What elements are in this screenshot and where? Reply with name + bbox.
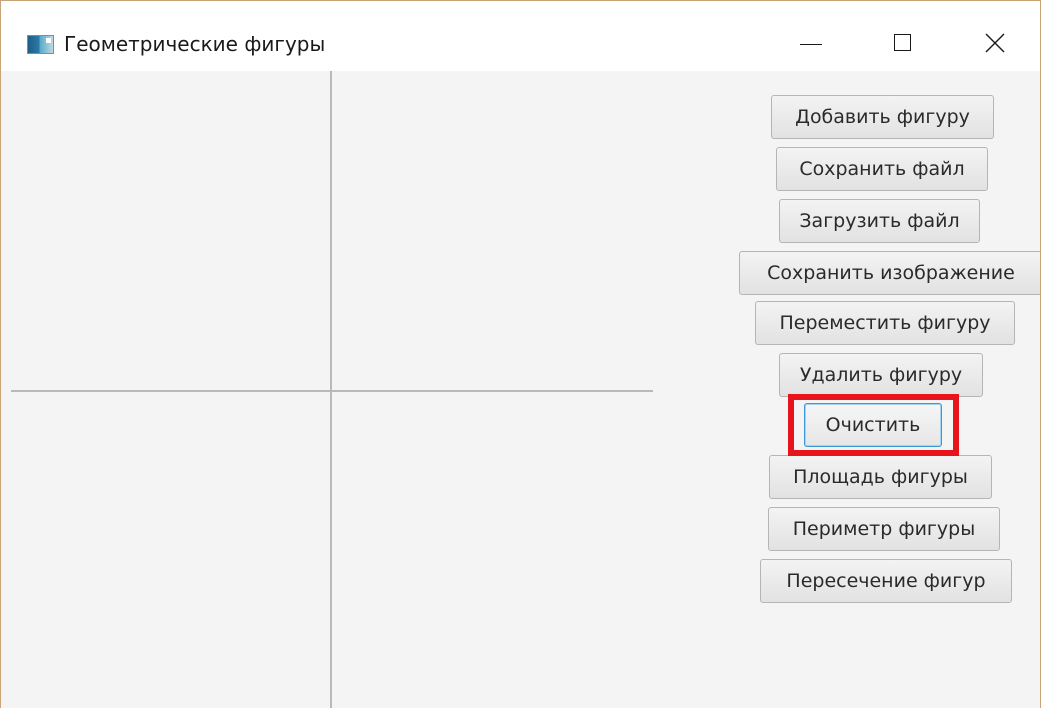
save-image-button[interactable]: Сохранить изображение (739, 251, 1040, 295)
load-file-button[interactable]: Загрузить файл (779, 199, 980, 243)
highlight-box (788, 394, 959, 456)
title-bar[interactable]: Геометрические фигуры (1, 1, 1040, 71)
window-title: Геометрические фигуры (64, 32, 326, 56)
delete-figure-button[interactable]: Удалить фигуру (779, 353, 983, 397)
app-window-icon (27, 35, 54, 54)
drawing-canvas[interactable] (1, 71, 653, 708)
figure-perimeter-button[interactable]: Периметр фигуры (768, 507, 1000, 551)
minimize-icon (800, 44, 822, 45)
app-window: Геометрические фигуры Добавить фигуру Со… (0, 0, 1041, 708)
close-icon (985, 33, 1005, 53)
figure-area-button[interactable]: Площадь фигуры (769, 455, 992, 499)
maximize-icon (894, 34, 911, 51)
add-figure-button[interactable]: Добавить фигуру (771, 95, 994, 139)
move-figure-button[interactable]: Переместить фигуру (755, 301, 1015, 345)
save-file-button[interactable]: Сохранить файл (776, 147, 988, 191)
figure-intersection-button[interactable]: Пересечение фигур (760, 559, 1012, 603)
close-button[interactable] (967, 21, 1023, 67)
maximize-button[interactable] (875, 21, 931, 67)
minimize-button[interactable] (783, 21, 839, 67)
x-axis-line (11, 390, 653, 392)
